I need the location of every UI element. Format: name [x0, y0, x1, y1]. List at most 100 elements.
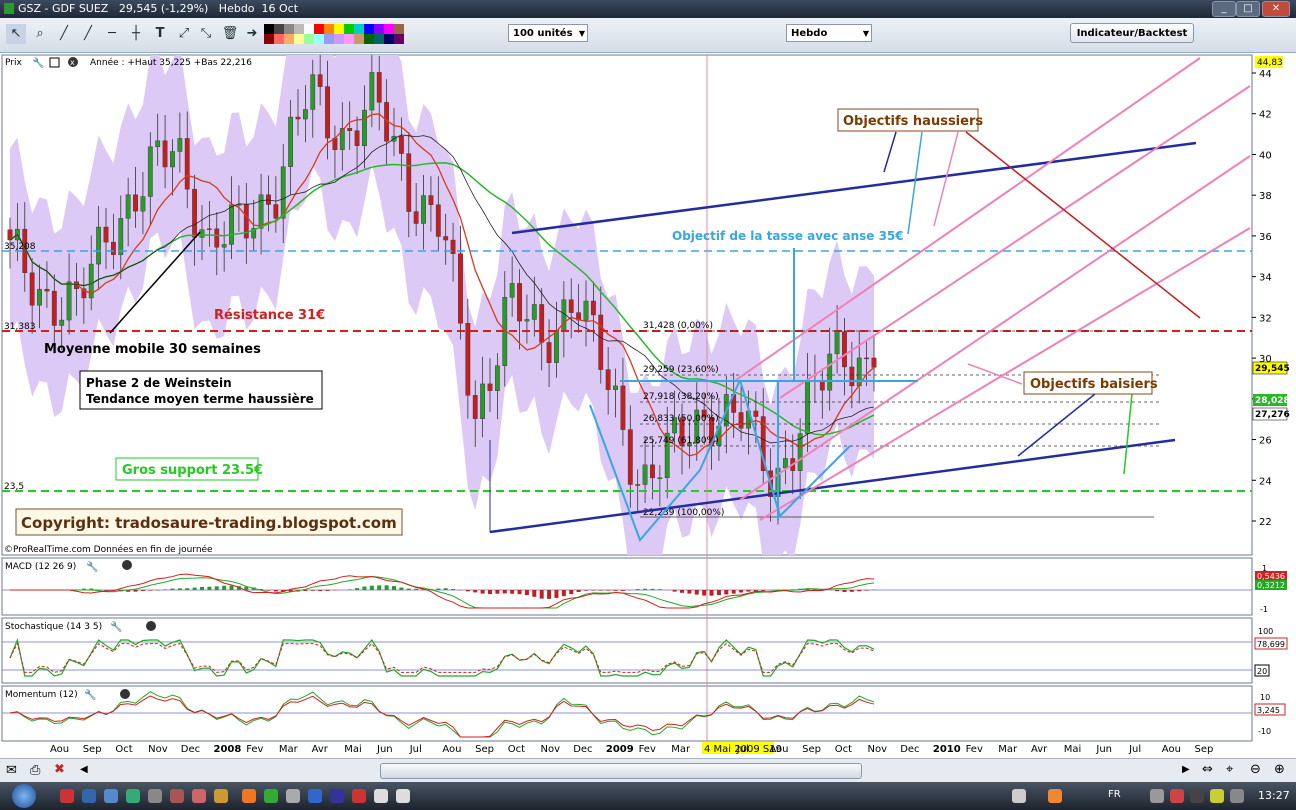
- taskbar-app-icon[interactable]: [286, 789, 300, 803]
- channel-icon[interactable]: ⤢: [174, 24, 194, 44]
- macd-bar: [207, 586, 212, 590]
- zoom-icon[interactable]: ⌕: [30, 24, 50, 44]
- candle-body: [376, 72, 382, 103]
- tray-icon[interactable]: [1230, 789, 1244, 803]
- annotation-moyenne: Moyenne mobile 30 semaines: [44, 342, 261, 357]
- macd-bar: [739, 590, 744, 593]
- taskbar-app-icon[interactable]: [170, 789, 184, 803]
- taskbar-app-icon[interactable]: [330, 789, 344, 803]
- mail-icon[interactable]: ✉: [6, 763, 17, 778]
- taskbar-app-icon[interactable]: [374, 789, 388, 803]
- macd-bar: [222, 585, 227, 590]
- left-label-35: 35,208: [4, 242, 36, 252]
- svg-text:44,83: 44,83: [1257, 58, 1283, 68]
- tray-icon[interactable]: [1190, 789, 1204, 803]
- taskbar-app-icon[interactable]: [352, 789, 366, 803]
- macd-bar: [613, 590, 618, 591]
- svg-text:🔧: 🔧: [84, 688, 96, 701]
- momentum-wrench-icon[interactable]: 🔧: [84, 688, 96, 701]
- candle-body: [37, 288, 42, 306]
- start-button[interactable]: [12, 784, 36, 808]
- candle-body: [406, 153, 412, 212]
- fibonacci-icon[interactable]: ⤡: [196, 24, 216, 44]
- candle-body: [125, 194, 131, 219]
- language-indicator[interactable]: FR: [1108, 789, 1121, 800]
- maximize-button[interactable]: □: [1236, 1, 1260, 17]
- tray-icon[interactable]: [1210, 789, 1224, 803]
- price-tick-label: 44: [1259, 69, 1272, 80]
- candle-body: [362, 109, 367, 146]
- text-icon[interactable]: T: [150, 24, 170, 44]
- print-icon[interactable]: ⎙: [30, 763, 40, 778]
- candle-body: [753, 410, 759, 417]
- stoch-wrench-icon[interactable]: 🔧: [110, 620, 122, 633]
- candle-body: [472, 395, 478, 419]
- indicator-backtest-button[interactable]: Indicateur/Backtest: [1070, 23, 1194, 43]
- units-select[interactable]: 100 unités ▼: [508, 24, 588, 42]
- macd-bar: [635, 589, 640, 590]
- zoom-in-icon[interactable]: ⊕: [1274, 762, 1285, 777]
- taskbar-app-icon[interactable]: [60, 789, 74, 803]
- taskbar-app-icon[interactable]: [104, 789, 118, 803]
- svg-text:Phase 2 de Weinstein: Phase 2 de Weinstein: [86, 376, 232, 390]
- macd-bar: [406, 588, 411, 590]
- ray-icon[interactable]: ╱: [78, 24, 98, 44]
- stoch-close-icon[interactable]: [146, 621, 156, 631]
- scroll-left-icon[interactable]: ◀: [80, 764, 88, 775]
- taskbar-app-icon[interactable]: [82, 789, 96, 803]
- delete-icon[interactable]: ✖: [54, 762, 65, 777]
- taskbar-app-icon[interactable]: [148, 789, 162, 803]
- close-button[interactable]: ✕: [1262, 1, 1290, 17]
- panel-close-icon[interactable]: x: [68, 57, 78, 67]
- scroll-right-icon[interactable]: ▶: [1182, 764, 1190, 775]
- svg-text:78,699: 78,699: [1257, 640, 1285, 649]
- macd-bar: [620, 590, 625, 591]
- time-axis-label: Avr: [312, 744, 329, 755]
- tray-icon[interactable]: [1150, 789, 1164, 803]
- macd-bar: [517, 590, 522, 595]
- line-draw-icon[interactable]: ╱: [54, 24, 74, 44]
- time-axis-label: Aou: [442, 744, 461, 755]
- horizontal-line-icon[interactable]: ─: [102, 24, 122, 44]
- macd-close-icon[interactable]: [122, 560, 132, 570]
- time-axis-label: Sep: [1195, 744, 1214, 755]
- candle-body: [531, 304, 537, 320]
- taskbar-app-icon[interactable]: [242, 789, 256, 803]
- macd-bar: [318, 590, 323, 592]
- macd-bar: [273, 590, 278, 592]
- zoom-out-icon[interactable]: ⊖: [1250, 762, 1261, 777]
- taskbar-app-icon[interactable]: [308, 789, 322, 803]
- zoom-fit-icon[interactable]: ⌖: [1226, 762, 1233, 777]
- taskbar-app-icon[interactable]: [126, 789, 140, 803]
- pointer-icon[interactable]: ↖: [6, 24, 26, 44]
- candle-body: [620, 385, 626, 430]
- macd-wrench-icon[interactable]: 🔧: [86, 560, 98, 573]
- tray-icon[interactable]: [1170, 789, 1184, 803]
- scroll-thumb[interactable]: [380, 763, 862, 779]
- arrow-right-icon[interactable]: ➜: [242, 24, 262, 44]
- color-palette[interactable]: [264, 24, 404, 44]
- taskbar-app-icon[interactable]: [192, 789, 206, 803]
- fit-icon[interactable]: ⇔: [1202, 762, 1213, 777]
- vertical-line-icon[interactable]: ┼: [126, 24, 146, 44]
- taskbar-app-icon[interactable]: [264, 789, 278, 803]
- stoch-tag-a: 78,699: [1254, 637, 1288, 650]
- trash-icon[interactable]: 🗑: [220, 24, 240, 44]
- candle-body: [140, 196, 146, 212]
- candle-body: [199, 229, 205, 238]
- horizontal-scrollbar[interactable]: ✉ ⎙ ✖ ◀ ▶ ⇔ ⌖ ⊖ ⊕: [0, 758, 1296, 783]
- macd-axis-1: 1: [1262, 564, 1267, 573]
- minimize-button[interactable]: _: [1212, 1, 1236, 17]
- taskbar-task-icon[interactable]: [1012, 789, 1026, 803]
- candle-body: [59, 319, 65, 326]
- candle-body: [96, 226, 102, 265]
- taskbar-app-icon[interactable]: [396, 789, 410, 803]
- candle-body: [480, 383, 486, 419]
- period-select[interactable]: Hebdo ▼: [786, 24, 872, 42]
- momentum-close-icon[interactable]: [120, 689, 130, 699]
- taskbar-app-icon[interactable]: [214, 789, 228, 803]
- panel-wrench-icon[interactable]: 🔧: [32, 56, 44, 69]
- taskbar-task-icon[interactable]: [1048, 789, 1062, 803]
- macd-bar: [591, 590, 596, 591]
- svg-text:Tendance moyen terme haussière: Tendance moyen terme haussière: [86, 392, 314, 406]
